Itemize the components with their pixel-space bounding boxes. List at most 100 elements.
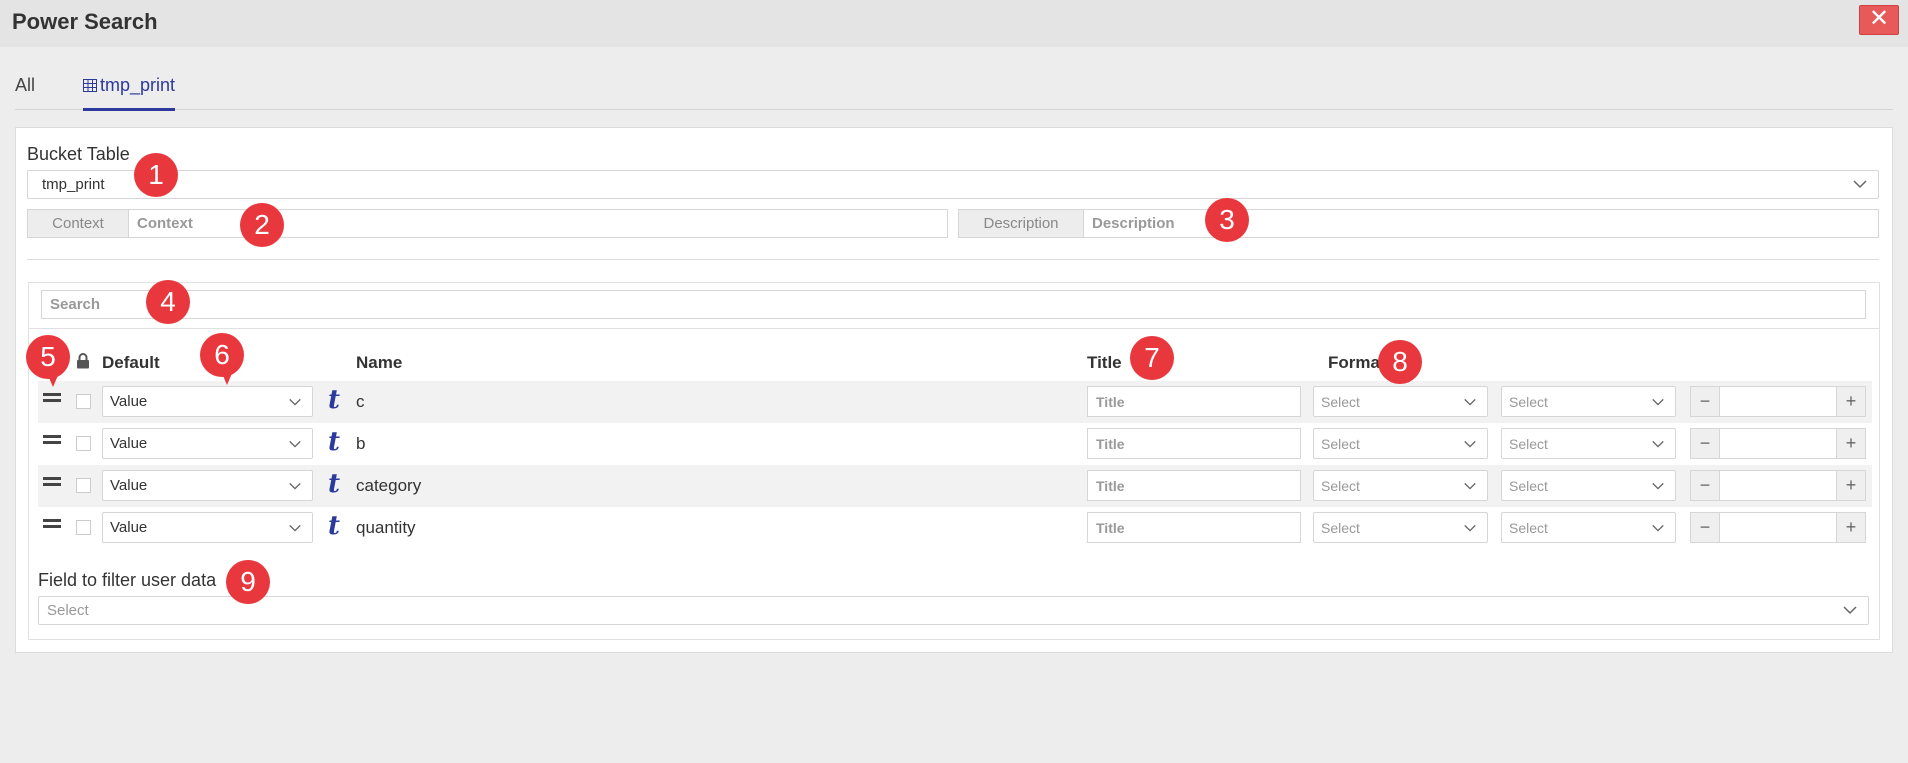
chevron-down-icon	[1652, 524, 1664, 532]
lock-icon	[77, 353, 89, 369]
fields-panel: Default Name Title Format Value t c Sele…	[28, 282, 1880, 640]
decrement-button[interactable]: −	[1691, 513, 1720, 542]
annotation-badge: 2	[240, 203, 284, 247]
format-select[interactable]: Select	[1313, 386, 1488, 417]
default-select[interactable]: Value	[102, 386, 313, 417]
drag-handle-icon[interactable]	[43, 477, 61, 486]
context-addon: Context	[28, 210, 129, 237]
column-header-name: Name	[356, 353, 403, 372]
annotation-badge: 5	[26, 335, 70, 387]
format-select-value: Select	[1321, 436, 1360, 452]
field-row: Value t b Select Select − +	[38, 423, 1872, 465]
format-select[interactable]: Select	[1313, 428, 1488, 459]
annotation-badge: 3	[1205, 198, 1249, 242]
bucket-table-select[interactable]: tmp_print	[27, 170, 1879, 199]
default-select[interactable]: Value	[102, 470, 313, 501]
close-button[interactable]: ✕	[1859, 5, 1899, 35]
tab-all[interactable]: All	[15, 75, 35, 96]
default-select-value: Value	[110, 435, 148, 452]
chevron-down-icon	[1464, 482, 1476, 490]
column-header-title: Title	[1087, 353, 1122, 372]
lock-checkbox[interactable]	[76, 394, 91, 409]
default-select-value: Value	[110, 477, 148, 494]
field-row: Value t category Select Select − +	[38, 465, 1872, 507]
field-name: category	[356, 476, 422, 495]
field-name: quantity	[356, 518, 416, 537]
format-select-value: Select	[1321, 478, 1360, 494]
search-bar	[29, 283, 1879, 329]
increment-button[interactable]: +	[1836, 387, 1865, 416]
format-sub-select[interactable]: Select	[1501, 512, 1676, 543]
bucket-table-label: Bucket Table	[27, 144, 130, 164]
text-type-icon: t	[328, 427, 341, 457]
tab-tmp-print[interactable]: tmp_print	[83, 75, 176, 111]
format-sub-select[interactable]: Select	[1501, 470, 1676, 501]
annotation-badge: 8	[1378, 340, 1422, 384]
chevron-down-icon	[289, 398, 301, 406]
decrement-button[interactable]: −	[1691, 387, 1720, 416]
stepper-input[interactable]	[1721, 513, 1836, 542]
drag-handle-icon[interactable]	[43, 393, 61, 402]
format-select-value: Select	[1321, 394, 1360, 410]
drag-handle-icon[interactable]	[43, 519, 61, 528]
filter-field-value: Select	[47, 602, 89, 619]
title-bar: Power Search ✕	[0, 0, 1908, 47]
chevron-down-icon	[1464, 440, 1476, 448]
filter-field-label: Field to filter user data	[38, 570, 217, 590]
format-sub-select-value: Select	[1509, 394, 1548, 410]
annotation-badge: 4	[146, 280, 190, 324]
filter-field-select[interactable]: Select	[38, 596, 1869, 625]
field-row: Value t quantity Select Select − +	[38, 507, 1872, 549]
number-stepper: − +	[1690, 470, 1866, 501]
increment-button[interactable]: +	[1836, 513, 1865, 542]
format-sub-select-value: Select	[1509, 520, 1548, 536]
chevron-down-icon	[289, 524, 301, 532]
lock-checkbox[interactable]	[76, 478, 91, 493]
title-input[interactable]	[1087, 512, 1301, 543]
increment-button[interactable]: +	[1836, 429, 1865, 458]
search-input[interactable]	[41, 290, 1866, 319]
chevron-down-icon	[1464, 398, 1476, 406]
title-input[interactable]	[1087, 386, 1301, 417]
stepper-input[interactable]	[1721, 429, 1836, 458]
column-header-default: Default	[102, 353, 160, 372]
window-title: Power Search	[12, 9, 158, 34]
format-sub-select[interactable]: Select	[1501, 428, 1676, 459]
description-group: Description	[958, 209, 1879, 238]
default-select[interactable]: Value	[102, 428, 313, 459]
decrement-button[interactable]: −	[1691, 471, 1720, 500]
column-header-format: Format	[1328, 353, 1386, 372]
lock-checkbox[interactable]	[76, 520, 91, 535]
format-select[interactable]: Select	[1313, 470, 1488, 501]
description-input[interactable]	[1084, 210, 1878, 237]
default-select[interactable]: Value	[102, 512, 313, 543]
annotation-badge: 9	[226, 560, 270, 604]
tab-tmp-print-label: tmp_print	[100, 75, 176, 95]
format-sub-select[interactable]: Select	[1501, 386, 1676, 417]
chevron-down-icon	[1652, 482, 1664, 490]
default-select-value: Value	[110, 519, 148, 536]
stepper-input[interactable]	[1721, 387, 1836, 416]
default-select-value: Value	[110, 393, 148, 410]
stepper-input[interactable]	[1721, 471, 1836, 500]
increment-button[interactable]: +	[1836, 471, 1865, 500]
field-name: c	[356, 392, 365, 411]
chevron-down-icon	[289, 482, 301, 490]
title-input[interactable]	[1087, 470, 1301, 501]
field-row: Value t c Select Select − +	[38, 381, 1872, 423]
number-stepper: − +	[1690, 386, 1866, 417]
annotation-badge: 6	[200, 333, 244, 385]
description-addon: Description	[959, 210, 1084, 237]
lock-checkbox[interactable]	[76, 436, 91, 451]
format-select-value: Select	[1321, 520, 1360, 536]
divider	[27, 259, 1879, 260]
chevron-down-icon	[1843, 606, 1857, 615]
format-select[interactable]: Select	[1313, 512, 1488, 543]
format-sub-select-value: Select	[1509, 478, 1548, 494]
tab-bar: All tmp_print	[15, 66, 1893, 111]
title-input[interactable]	[1087, 428, 1301, 459]
chevron-down-icon	[1652, 440, 1664, 448]
text-type-icon: t	[328, 511, 341, 541]
decrement-button[interactable]: −	[1691, 429, 1720, 458]
drag-handle-icon[interactable]	[43, 435, 61, 444]
